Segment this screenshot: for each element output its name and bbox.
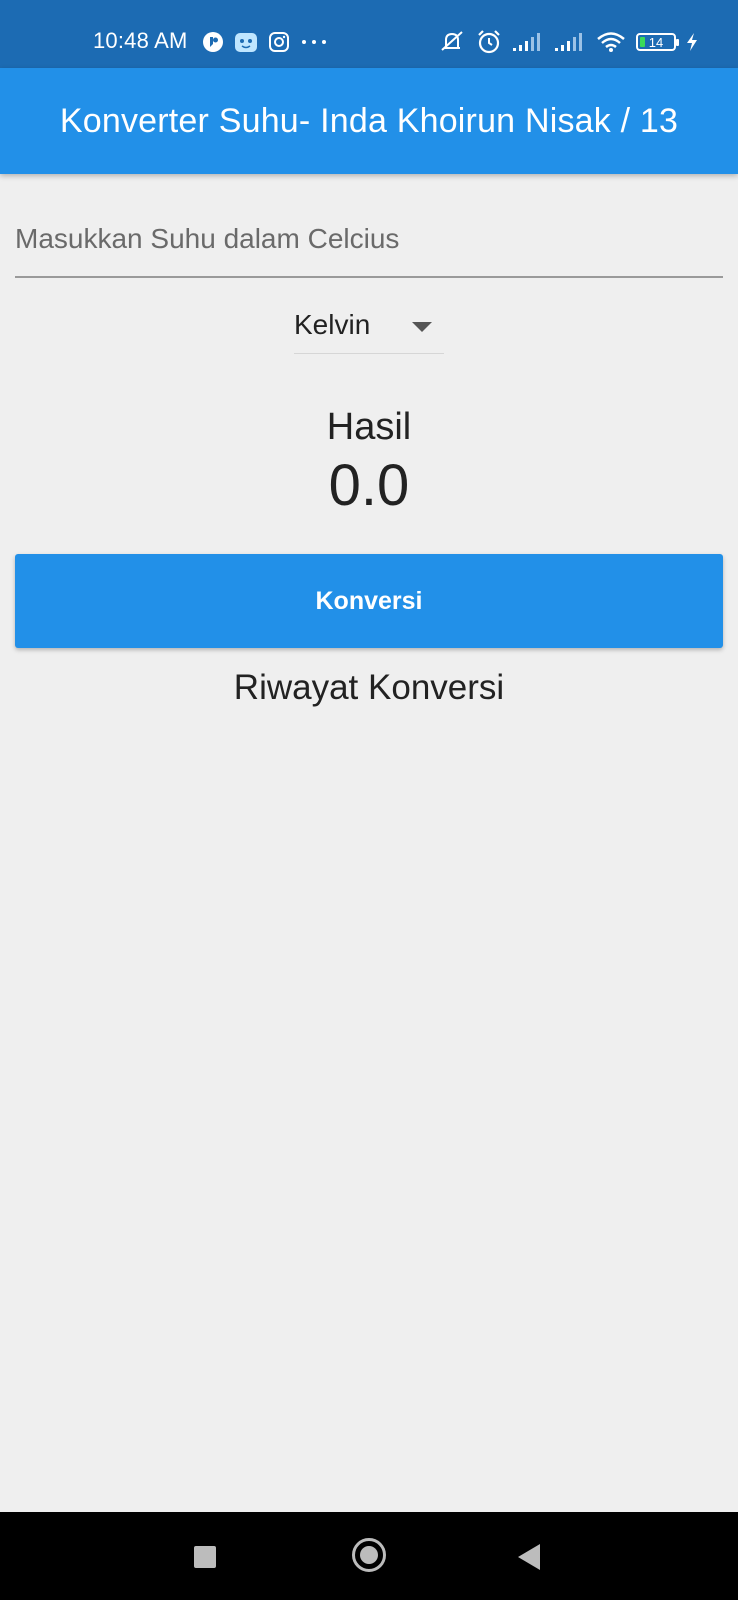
result-value: 0.0 [328, 453, 410, 518]
charging-icon [686, 32, 698, 52]
cartoon-app-icon [234, 30, 258, 54]
status-right-icons: 14 [438, 29, 698, 55]
mute-icon [438, 30, 466, 54]
status-left-icons [202, 30, 328, 54]
alarm-icon [476, 29, 502, 55]
unit-dropdown[interactable]: Kelvin [294, 302, 444, 354]
celsius-input-field[interactable] [15, 210, 723, 278]
dropdown-selected-value: Kelvin [294, 309, 371, 340]
page-title: Konverter Suhu- Inda Khoirun Nisak / 13 [59, 101, 679, 140]
convert-button[interactable]: Konversi [15, 554, 723, 648]
app-bar: Konverter Suhu- Inda Khoirun Nisak / 13 [0, 68, 738, 174]
convert-button-label: Konversi [315, 586, 423, 615]
dropdown-arrow-icon [412, 322, 432, 332]
status-time: 10:48 AM [93, 28, 188, 53]
wifi-icon [596, 31, 626, 53]
signal-icon [512, 32, 544, 52]
signal-icon [554, 32, 586, 52]
more-dots-icon [300, 38, 328, 46]
battery-level: 14 [648, 34, 664, 50]
home-circle-icon[interactable] [352, 1538, 386, 1572]
messenger-icon [202, 31, 224, 53]
result-label: Hasil [326, 406, 412, 448]
celsius-input[interactable] [15, 210, 723, 268]
battery-fill [640, 37, 645, 47]
history-title: Riwayat Konversi [233, 668, 505, 707]
battery-icon: 14 [636, 33, 679, 51]
status-bar: 10:48 AM 14 [0, 0, 738, 68]
back-triangle-icon[interactable] [518, 1544, 540, 1570]
instagram-icon [268, 31, 290, 53]
recents-square-icon[interactable] [194, 1546, 216, 1568]
